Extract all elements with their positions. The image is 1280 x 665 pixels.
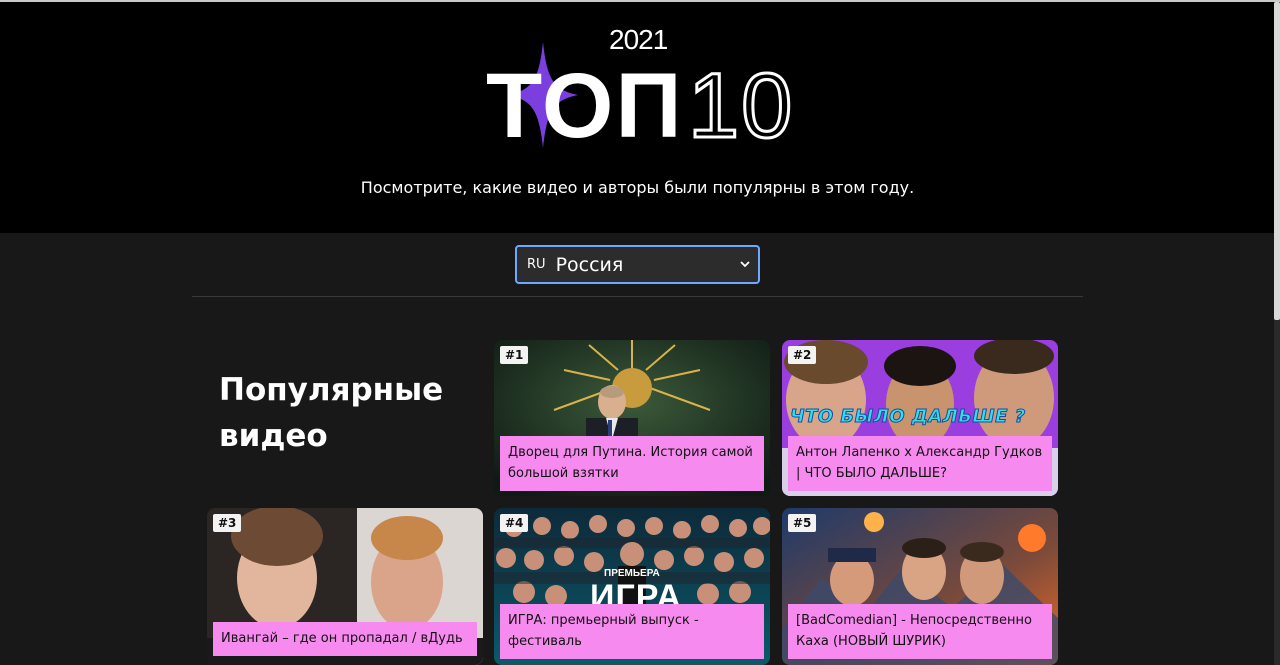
year-label: 2021 xyxy=(609,24,668,55)
video-card-4[interactable]: ПРЕМЬЕРА ИГРА #4 ИГРА: премьерный выпуск… xyxy=(494,508,770,665)
hero-banner: 2021 ТОП 10 Посмотрите, какие видео и ав… xyxy=(0,2,1280,233)
rank-badge: #5 xyxy=(788,514,817,532)
rank-badge: #1 xyxy=(500,346,529,364)
top-title: ТОП xyxy=(486,55,684,157)
section-title-line1: Популярные xyxy=(219,372,444,408)
video-title: ИГРА: премьерный выпуск - фестиваль xyxy=(500,604,764,659)
video-title: Дворец для Путина. История самой большой… xyxy=(500,436,764,491)
rank-badge: #2 xyxy=(788,346,817,364)
video-card-5[interactable]: #5 [BadComedian] - Непосредственно Каха … xyxy=(782,508,1058,665)
country-name: Россия xyxy=(555,253,624,276)
country-select[interactable]: RU Россия xyxy=(515,245,760,284)
thumbnail-caption: ЧТО БЫЛО ДАЛЬШЕ ? xyxy=(790,406,1026,428)
top-number: 10 xyxy=(686,55,795,157)
section-title-line2: видео xyxy=(219,418,328,454)
video-card-3[interactable]: #3 Ивангай – где он пропадал / вДудь xyxy=(207,508,483,665)
rank-badge: #3 xyxy=(213,514,242,532)
video-card-2[interactable]: ЧТО БЫЛО ДАЛЬШЕ ? #2 Антон Лапенко х Але… xyxy=(782,340,1058,496)
hero-subtitle: Посмотрите, какие видео и авторы были по… xyxy=(360,178,915,197)
rank-badge: #4 xyxy=(500,514,529,532)
video-card-1[interactable]: #1 Дворец для Путина. История самой боль… xyxy=(494,340,770,496)
chevron-down-icon xyxy=(740,261,750,268)
divider xyxy=(192,296,1083,297)
section-title: Популярные видео xyxy=(219,367,443,459)
scrollbar-thumb[interactable] xyxy=(1274,2,1280,320)
country-code: RU xyxy=(527,257,546,272)
video-title: Ивангай – где он пропадал / вДудь xyxy=(213,622,477,656)
video-title: [BadComedian] - Непосредственно Каха (НО… xyxy=(788,604,1052,659)
video-title: Антон Лапенко х Александр Гудков | ЧТО Б… xyxy=(788,436,1052,491)
